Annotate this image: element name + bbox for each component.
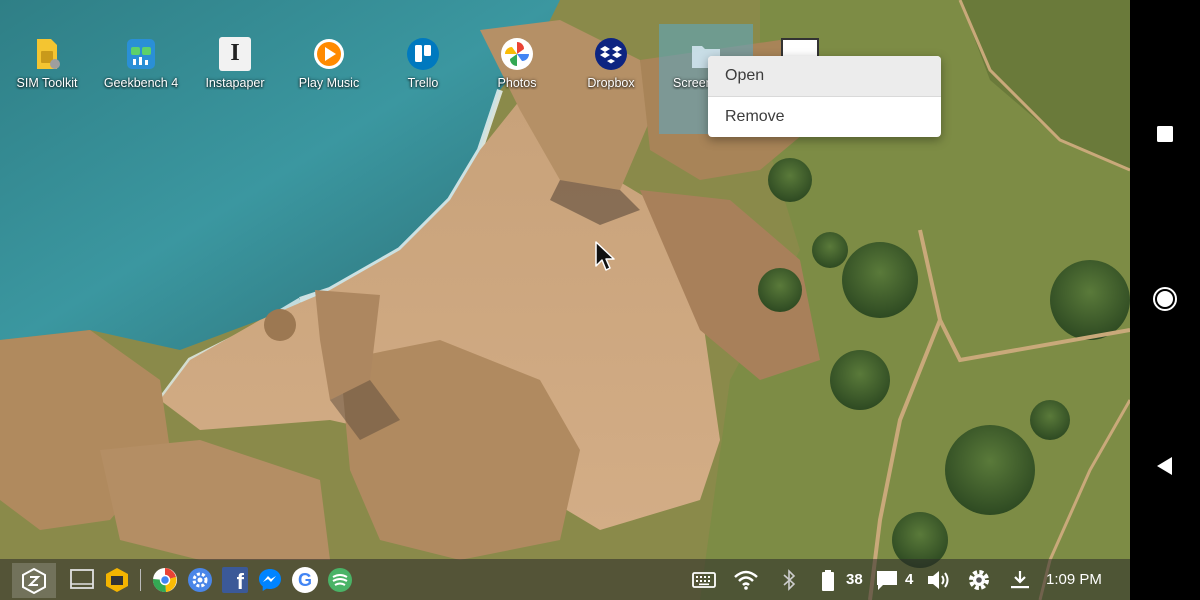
google-icon[interactable]: G bbox=[292, 567, 318, 593]
desktop-icon-play-music[interactable]: Play Music bbox=[282, 34, 376, 124]
photos-icon bbox=[501, 38, 533, 70]
desktop-icon-label: Instapaper bbox=[205, 76, 265, 90]
desktop-icon-label: Photos bbox=[497, 76, 537, 90]
context-menu-remove[interactable]: Remove bbox=[708, 97, 941, 137]
clock[interactable]: 1:09 PM bbox=[1046, 571, 1102, 588]
battery-icon bbox=[822, 570, 834, 591]
desktop-icon-label: Geekbench 4 bbox=[103, 76, 179, 90]
context-menu: Open Remove bbox=[708, 56, 941, 137]
back-icon[interactable] bbox=[1152, 453, 1178, 479]
pushbullet-icon[interactable] bbox=[327, 567, 353, 593]
desktop-icon-label: Dropbox bbox=[587, 76, 635, 90]
taskbar: f G 38 4 1:09 PM bbox=[0, 559, 1130, 600]
start-button[interactable] bbox=[12, 563, 56, 598]
download-icon[interactable] bbox=[1007, 567, 1033, 593]
messenger-icon[interactable] bbox=[257, 567, 283, 593]
desktop-icon-trello[interactable]: Trello bbox=[376, 34, 470, 124]
instapaper-icon: I bbox=[219, 37, 251, 71]
wifi-icon[interactable] bbox=[733, 567, 759, 593]
settings-app-icon[interactable] bbox=[187, 567, 213, 593]
desktop-icon-label: SIM Toolkit bbox=[16, 76, 78, 90]
chrome-icon[interactable] bbox=[152, 567, 178, 593]
taskbar-divider bbox=[140, 569, 141, 591]
sentio-launcher-icon bbox=[22, 568, 46, 594]
geekbench-icon bbox=[127, 39, 155, 69]
desktop-icon-photos[interactable]: Photos bbox=[470, 34, 564, 124]
desktop-icon-label: Trello bbox=[407, 76, 439, 90]
trello-icon bbox=[407, 38, 439, 70]
mouse-pointer-icon bbox=[595, 241, 615, 271]
keyboard-icon[interactable] bbox=[691, 567, 717, 593]
context-menu-open[interactable]: Open bbox=[708, 56, 941, 97]
play-music-icon bbox=[314, 39, 344, 69]
notifications-icon[interactable] bbox=[874, 567, 900, 593]
desktop-icon-instapaper[interactable]: I Instapaper bbox=[188, 34, 282, 124]
home-icon[interactable] bbox=[1152, 286, 1178, 312]
desktop-icon[interactable] bbox=[69, 567, 95, 593]
recent-apps-icon[interactable] bbox=[1152, 121, 1178, 147]
file-thumbnail-icon[interactable] bbox=[781, 38, 819, 58]
volume-icon[interactable] bbox=[925, 567, 951, 593]
battery-level-text: 38 bbox=[846, 571, 863, 588]
bluetooth-icon[interactable] bbox=[779, 567, 799, 593]
facebook-icon[interactable]: f bbox=[222, 567, 248, 594]
desktop-icon-geekbench[interactable]: Geekbench 4 bbox=[94, 34, 188, 124]
desktop-icon-dropbox[interactable]: Dropbox bbox=[564, 34, 658, 124]
android-navigation-bar bbox=[1130, 0, 1200, 600]
settings-gear-icon[interactable] bbox=[966, 567, 992, 593]
dropbox-icon bbox=[595, 38, 627, 70]
desktop-icon-sim-toolkit[interactable]: SIM Toolkit bbox=[0, 34, 94, 124]
notification-count-text: 4 bbox=[905, 571, 914, 588]
desktop-icon-label: Play Music bbox=[298, 76, 360, 90]
sim-toolkit-icon bbox=[37, 39, 60, 69]
file-manager-icon[interactable] bbox=[104, 567, 130, 593]
